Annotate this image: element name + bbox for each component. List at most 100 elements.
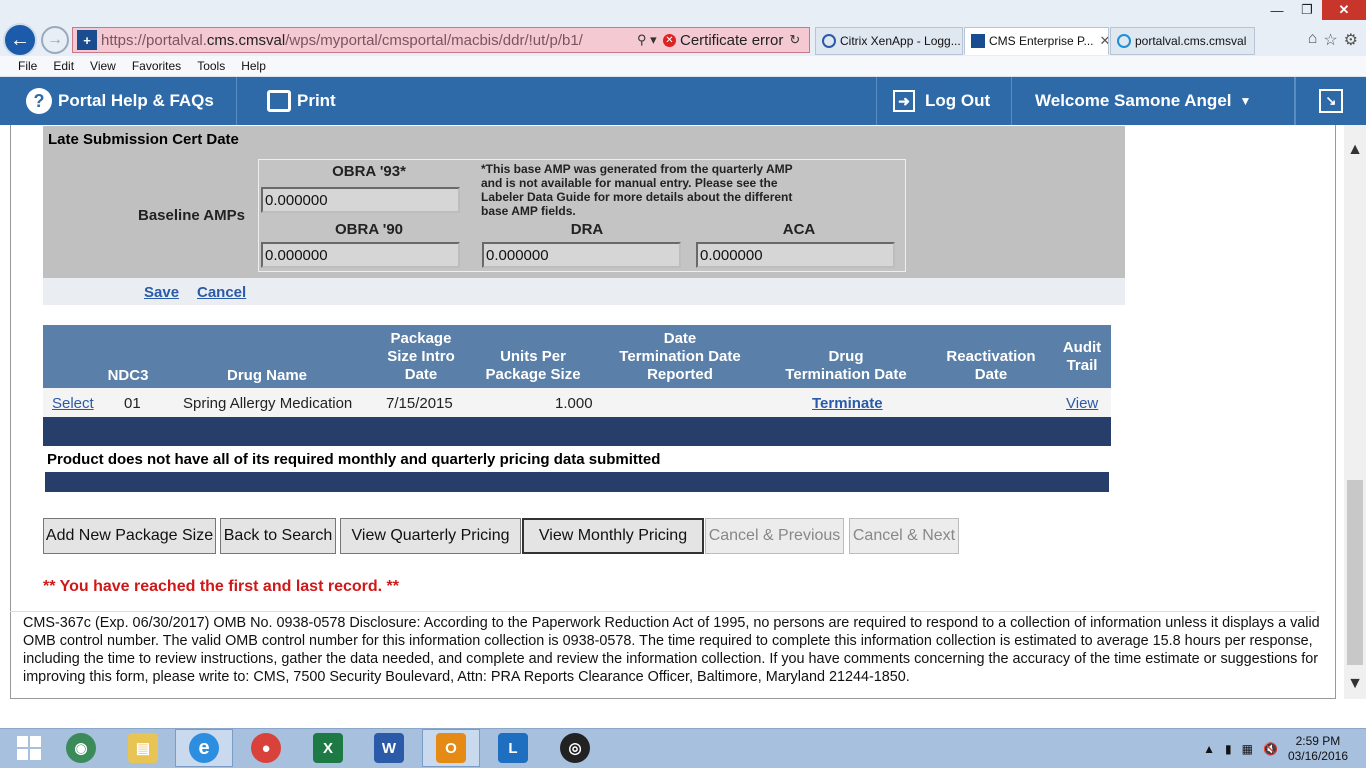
taskbar-chrome[interactable]: ● xyxy=(237,729,295,767)
favorites-star-icon[interactable]: ☆ xyxy=(1323,30,1337,50)
col-reactivation: Reactivation Date xyxy=(936,348,1046,384)
tab-cms-enterprise[interactable]: CMS Enterprise P... ✕ xyxy=(964,27,1109,55)
obra93-note: *This base AMP was generated from the qu… xyxy=(481,162,793,218)
menu-help[interactable]: Help xyxy=(241,59,266,73)
save-link[interactable]: Save xyxy=(144,284,179,301)
screen: — ❐ ✕ ← → + https://portalval.cms.cmsval… xyxy=(0,0,1366,768)
tray-expand-icon[interactable]: ▲ xyxy=(1203,742,1215,756)
col-term-reported: Date Termination Date Reported xyxy=(606,330,754,384)
address-bar[interactable]: + https://portalval.cms.cmsval/wps/mypor… xyxy=(72,27,810,53)
add-package-size-button[interactable]: Add New Package Size xyxy=(43,518,216,554)
address-url[interactable]: https://portalval.cms.cmsval/wps/myporta… xyxy=(101,32,631,49)
certificate-error[interactable]: Certificate error xyxy=(680,32,783,49)
scroll-down-icon[interactable]: ▼ xyxy=(1344,673,1366,695)
menu-view[interactable]: View xyxy=(90,59,116,73)
battery-icon[interactable]: ▮ xyxy=(1225,742,1232,756)
late-submission-label: Late Submission Cert Date xyxy=(48,131,239,148)
header-line: Termination Date xyxy=(619,348,741,365)
tab-portalval[interactable]: portalval.cms.cmsval xyxy=(1110,27,1255,55)
volume-muted-icon[interactable]: 🔇 xyxy=(1263,742,1278,756)
portal-help-link[interactable]: ? Portal Help & FAQs xyxy=(0,77,237,125)
header-line: Trail xyxy=(1066,357,1098,374)
row-select-link[interactable]: Select xyxy=(52,395,94,412)
word-icon: W xyxy=(374,733,404,763)
network-icon[interactable]: ▦ xyxy=(1242,742,1253,756)
refresh-icon[interactable]: ↻ xyxy=(789,32,800,48)
clock-date: 03/16/2016 xyxy=(1287,749,1348,763)
welcome-menu[interactable]: Welcome Samone Angel ▼ xyxy=(1012,77,1295,125)
print-link[interactable]: Print xyxy=(237,77,397,125)
caret-down-icon: ▼ xyxy=(1239,94,1252,108)
print-label: Print xyxy=(297,91,336,110)
back-arrow-icon[interactable]: ← xyxy=(3,23,37,57)
col-units: Units Per Package Size xyxy=(478,348,588,384)
taskbar-network-app[interactable]: ◉ xyxy=(52,729,110,767)
menu-edit[interactable]: Edit xyxy=(53,59,74,73)
taskbar-word[interactable]: W xyxy=(360,729,418,767)
logout-link[interactable]: ➜ Log Out xyxy=(876,77,1012,125)
menu-bar: File Edit View Favorites Tools Help xyxy=(0,56,1366,77)
portal-header: ? Portal Help & FAQs Print ➜ Log Out Wel… xyxy=(0,77,1366,125)
header-line: Reactivation xyxy=(946,348,1036,365)
cancel-link[interactable]: Cancel xyxy=(197,284,246,301)
obra90-input[interactable] xyxy=(261,242,460,268)
audit-view-link[interactable]: View xyxy=(1066,395,1098,412)
menu-favorites[interactable]: Favorites xyxy=(132,59,181,73)
clock[interactable]: 2:59 PM 03/16/2016 xyxy=(1288,734,1348,764)
desktop-gap xyxy=(0,699,1366,728)
chrome-icon: ● xyxy=(251,733,281,763)
row-units: 1.000 xyxy=(555,395,593,412)
outlook-icon: O xyxy=(436,733,466,763)
cms-favicon-icon: + xyxy=(77,30,97,50)
lync-icon: L xyxy=(498,733,528,763)
menu-tools[interactable]: Tools xyxy=(197,59,225,73)
taskbar-explorer[interactable]: ▤ xyxy=(114,729,172,767)
search-dropdown-icon[interactable]: ⚲ ▾ xyxy=(637,32,663,48)
audio-icon: ◎ xyxy=(560,733,590,763)
excel-icon: X xyxy=(313,733,343,763)
tab-close-icon[interactable]: ✕ xyxy=(1099,33,1108,49)
expand-button[interactable]: ↘ xyxy=(1295,77,1366,125)
dra-input[interactable] xyxy=(482,242,681,268)
restore-icon[interactable]: ❐ xyxy=(1292,0,1322,20)
cert-error-icon: ✕ xyxy=(663,33,676,47)
cancel-next-button[interactable]: Cancel & Next xyxy=(849,518,959,554)
obra93-input xyxy=(261,187,460,213)
menu-file[interactable]: File xyxy=(18,59,37,73)
dra-header: DRA xyxy=(570,221,604,238)
row-drug-name: Spring Allergy Medication xyxy=(183,395,353,412)
taskbar-lync[interactable]: L xyxy=(484,729,542,767)
tab-label: portalval.cms.cmsval xyxy=(1135,34,1247,48)
close-icon[interactable]: ✕ xyxy=(1322,0,1366,20)
aca-input[interactable] xyxy=(696,242,895,268)
vertical-scrollbar[interactable]: ▲ ▼ xyxy=(1344,125,1366,699)
globe-icon: ◉ xyxy=(66,733,96,763)
back-to-search-button[interactable]: Back to Search xyxy=(220,518,336,554)
col-drug-name: Drug Name xyxy=(226,367,308,384)
view-monthly-pricing-button[interactable]: View Monthly Pricing xyxy=(522,518,704,554)
record-message: ** You have reached the first and last r… xyxy=(43,578,399,595)
header-line: Package xyxy=(390,330,452,347)
taskbar-outlook[interactable]: O xyxy=(422,729,480,767)
aca-header: ACA xyxy=(782,221,816,238)
terminate-link[interactable]: Terminate xyxy=(812,395,883,412)
forward-arrow-icon[interactable]: → xyxy=(41,26,69,54)
tab-label: Citrix XenApp - Logg... xyxy=(840,34,961,48)
taskbar-audio-app[interactable]: ◎ xyxy=(546,729,604,767)
cancel-previous-button[interactable]: Cancel & Previous xyxy=(705,518,844,554)
view-quarterly-pricing-button[interactable]: View Quarterly Pricing xyxy=(340,518,521,554)
omb-disclosure: CMS-367c (Exp. 06/30/2017) OMB No. 0938-… xyxy=(23,615,1320,685)
home-icon[interactable]: ⌂ xyxy=(1308,30,1318,50)
disclosure-divider xyxy=(10,611,1316,612)
header-line: Date xyxy=(404,366,438,383)
start-button[interactable] xyxy=(0,729,58,767)
scroll-up-icon[interactable]: ▲ xyxy=(1344,139,1366,161)
baseline-amps-label: Baseline AMPs xyxy=(138,207,245,224)
minimize-icon[interactable]: — xyxy=(1262,0,1292,20)
tab-citrix[interactable]: Citrix XenApp - Logg... xyxy=(815,27,963,55)
header-line: Drug xyxy=(828,348,864,365)
taskbar-internet-explorer[interactable]: e xyxy=(175,729,233,767)
taskbar-excel[interactable]: X xyxy=(299,729,357,767)
scroll-thumb[interactable] xyxy=(1347,480,1363,665)
settings-gear-icon[interactable]: ⚙ xyxy=(1344,30,1358,50)
